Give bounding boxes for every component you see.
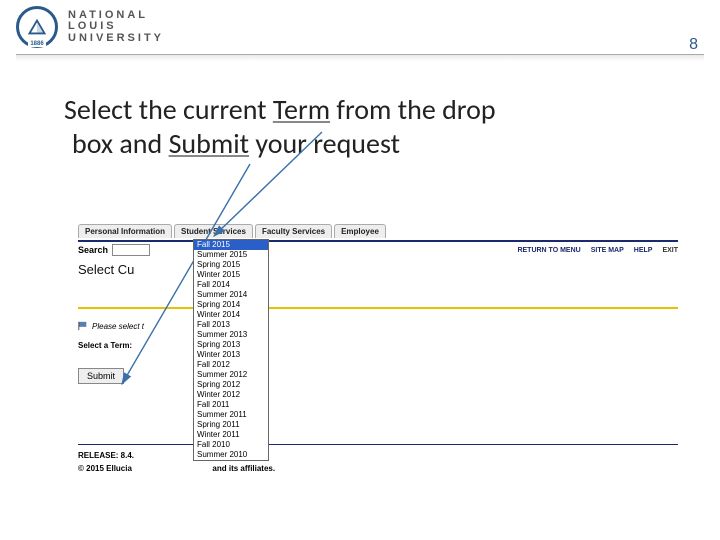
tab-faculty-services[interactable]: Faculty Services <box>255 224 332 238</box>
select-term-label: Select a Term: <box>78 341 678 350</box>
top-links: RETURN TO MENU SITE MAP HELP EXIT <box>517 247 678 254</box>
term-option[interactable]: Fall 2013 <box>194 320 268 330</box>
tab-personal-information[interactable]: Personal Information <box>78 224 172 238</box>
page-number: 8 <box>689 36 698 54</box>
copyright-row: © 2015 Ellucia and its affiliates. <box>78 464 678 473</box>
release-text: RELEASE: 8.4. <box>78 451 678 460</box>
term-option[interactable]: Winter 2013 <box>194 350 268 360</box>
info-flag-icon <box>78 321 88 331</box>
university-logo: 1886 NATIONAL LOUIS UNIVERSITY <box>16 6 164 48</box>
term-option[interactable]: Fall 2010 <box>194 440 268 450</box>
term-option[interactable]: Summer 2012 <box>194 370 268 380</box>
tab-student-services[interactable]: Student Services <box>174 224 253 238</box>
hint-row: Please select t <box>78 321 678 331</box>
term-option[interactable]: Fall 2014 <box>194 280 268 290</box>
copyright-post: and its affiliates. <box>212 464 275 473</box>
term-option[interactable]: Summer 2010 <box>194 450 268 460</box>
term-option[interactable]: Summer 2014 <box>194 290 268 300</box>
term-option[interactable]: Winter 2012 <box>194 390 268 400</box>
instruction-text: Select the current Term from the drop bo… <box>0 61 720 169</box>
term-option[interactable]: Winter 2014 <box>194 310 268 320</box>
tab-bar: Personal Information Student Services Fa… <box>78 224 678 238</box>
term-option[interactable]: Spring 2013 <box>194 340 268 350</box>
term-option[interactable]: Summer 2011 <box>194 410 268 420</box>
thin-rule <box>78 444 678 445</box>
term-option[interactable]: Summer 2015 <box>194 250 268 260</box>
link-site-map[interactable]: SITE MAP <box>591 247 624 254</box>
top-row: Search RETURN TO MENU SITE MAP HELP EXIT <box>78 244 678 256</box>
submit-word: Submit <box>169 126 249 161</box>
term-word: Term <box>273 92 330 127</box>
search-region: Search <box>78 244 150 256</box>
term-option[interactable]: Winter 2015 <box>194 270 268 280</box>
term-option[interactable]: Spring 2011 <box>194 420 268 430</box>
term-option[interactable]: Spring 2015 <box>194 260 268 270</box>
slide-header: 1886 NATIONAL LOUIS UNIVERSITY 8 <box>0 0 720 50</box>
link-return-to-menu[interactable]: RETURN TO MENU <box>517 247 580 254</box>
term-option[interactable]: Fall 2012 <box>194 360 268 370</box>
link-help[interactable]: HELP <box>634 247 653 254</box>
uni-line-3: UNIVERSITY <box>68 33 164 45</box>
blue-rule <box>78 240 678 242</box>
hint-text: Please select t <box>92 322 144 331</box>
logo-year: 1886 <box>28 41 45 47</box>
submit-button[interactable]: Submit <box>78 368 124 384</box>
search-input[interactable] <box>112 244 150 256</box>
copyright-pre: © 2015 Ellucia <box>78 464 132 473</box>
term-selected[interactable]: Fall 2015 <box>194 240 268 250</box>
yellow-rule <box>78 307 678 309</box>
triangle-icon <box>26 16 48 38</box>
term-dropdown[interactable]: Fall 2015 Summer 2015Spring 2015Winter 2… <box>193 239 269 461</box>
search-label: Search <box>78 245 108 255</box>
term-option[interactable]: Summer 2013 <box>194 330 268 340</box>
tab-employee[interactable]: Employee <box>334 224 386 238</box>
term-option[interactable]: Fall 2011 <box>194 400 268 410</box>
term-option[interactable]: Spring 2014 <box>194 300 268 310</box>
link-exit[interactable]: EXIT <box>662 247 678 254</box>
logo-badge: 1886 <box>16 6 58 48</box>
term-option[interactable]: Winter 2011 <box>194 430 268 440</box>
inner-page-title: Select Cu <box>78 262 678 277</box>
term-option[interactable]: Spring 2012 <box>194 380 268 390</box>
banner-screenshot: Personal Information Student Services Fa… <box>78 224 678 473</box>
logo-text: NATIONAL LOUIS UNIVERSITY <box>68 10 164 45</box>
